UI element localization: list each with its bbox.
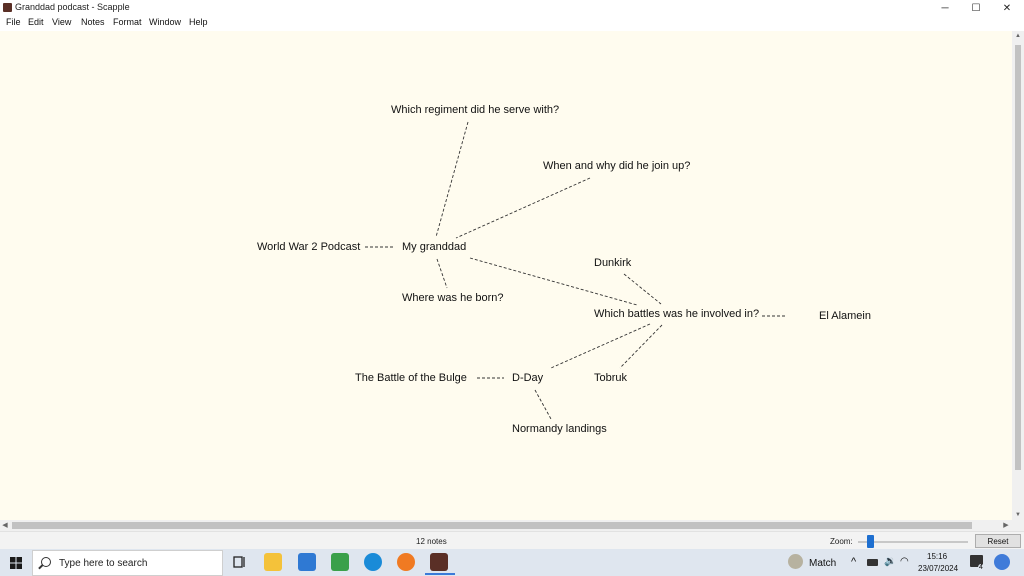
vertical-scroll-thumb[interactable] bbox=[1015, 45, 1021, 470]
menu-notes[interactable]: Notes bbox=[81, 17, 105, 27]
active-app-indicator bbox=[425, 573, 455, 575]
onkus-app-icon[interactable] bbox=[331, 553, 349, 571]
scroll-left-icon[interactable]: ◀ bbox=[0, 520, 10, 531]
link-dday-normandy bbox=[534, 389, 552, 420]
note-tobruk[interactable]: Tobruk bbox=[594, 372, 627, 384]
speaker-icon[interactable]: 🔉 bbox=[884, 556, 896, 567]
link-battles-tobruk bbox=[619, 324, 663, 369]
clock-time[interactable]: 15:16 bbox=[927, 552, 947, 561]
note-join-up[interactable]: When and why did he join up? bbox=[543, 160, 690, 172]
note-d-day[interactable]: D-Day bbox=[512, 372, 543, 384]
weather-icon[interactable] bbox=[788, 554, 803, 569]
menu-file[interactable]: File bbox=[6, 17, 21, 27]
task-view-icon[interactable] bbox=[231, 553, 249, 571]
note-battle-of-the-bulge[interactable]: The Battle of the Bulge bbox=[355, 372, 467, 384]
note-battles[interactable]: Which battles was he involved in? bbox=[594, 308, 759, 320]
link-granddad-regiment bbox=[435, 121, 469, 238]
zoom-slider-track[interactable] bbox=[858, 541, 968, 543]
horizontal-scrollbar[interactable]: ◀ ▶ bbox=[0, 520, 1012, 531]
zoom-label: Zoom: bbox=[830, 537, 853, 546]
scroll-right-icon[interactable]: ▶ bbox=[1001, 520, 1011, 531]
note-normandy-landings[interactable]: Normandy landings bbox=[512, 423, 607, 435]
start-button[interactable] bbox=[0, 549, 32, 576]
search-icon bbox=[41, 557, 51, 567]
link-granddad-born bbox=[436, 258, 448, 289]
note-granddad[interactable]: My granddad bbox=[402, 241, 466, 253]
vertical-scrollbar[interactable]: ▲ ▼ bbox=[1012, 31, 1024, 520]
clock-date[interactable]: 23/07/2024 bbox=[918, 564, 958, 573]
mail-icon[interactable] bbox=[298, 553, 316, 571]
horizontal-scroll-thumb[interactable] bbox=[12, 522, 972, 529]
weather-label[interactable]: Match bbox=[809, 558, 836, 569]
link-granddad-joinup bbox=[455, 177, 591, 239]
chevron-up-icon[interactable]: ^ bbox=[851, 556, 856, 568]
note-count: 12 notes bbox=[416, 537, 447, 546]
window-title: Granddad podcast - Scapple bbox=[15, 2, 130, 12]
windows-taskbar: Type here to search Match ^ 🔉 ◠ 15:16 23… bbox=[0, 549, 1024, 576]
minimize-button[interactable]: ─ bbox=[930, 0, 960, 16]
search-placeholder: Type here to search bbox=[59, 558, 148, 569]
menu-edit[interactable]: Edit bbox=[28, 17, 44, 27]
link-dunkirk-battles bbox=[623, 273, 662, 305]
menu-format[interactable]: Format bbox=[113, 17, 142, 27]
menu-window[interactable]: Window bbox=[149, 17, 181, 27]
link-battles-dday bbox=[550, 323, 651, 369]
reset-zoom-button[interactable]: Reset bbox=[975, 534, 1021, 548]
note-ww2-podcast[interactable]: World War 2 Podcast bbox=[257, 241, 360, 253]
status-bar: 12 notes Zoom: Reset bbox=[0, 531, 1024, 549]
taskbar-search-box[interactable]: Type here to search bbox=[32, 550, 223, 576]
scapple-taskbar-icon[interactable] bbox=[430, 553, 448, 571]
menu-help[interactable]: Help bbox=[189, 17, 208, 27]
menu-view[interactable]: View bbox=[52, 17, 71, 27]
notification-count: 4 bbox=[978, 564, 984, 571]
note-regiment[interactable]: Which regiment did he serve with? bbox=[391, 104, 559, 116]
zoom-slider-thumb[interactable] bbox=[867, 535, 874, 548]
firefox-browser-icon[interactable] bbox=[397, 553, 415, 571]
note-dunkirk[interactable]: Dunkirk bbox=[594, 257, 631, 269]
scroll-up-icon[interactable]: ▲ bbox=[1012, 31, 1024, 41]
copilot-icon[interactable] bbox=[994, 554, 1010, 570]
title-bar: Granddad podcast - Scapple ─ ☐ ✕ bbox=[0, 0, 1024, 16]
scroll-down-icon[interactable]: ▼ bbox=[1012, 510, 1024, 520]
scrollbar-corner bbox=[1012, 520, 1024, 531]
scapple-canvas[interactable]: Which regiment did he serve with? When a… bbox=[0, 31, 1012, 520]
scapple-app-icon bbox=[3, 3, 12, 12]
close-button[interactable]: ✕ bbox=[992, 0, 1022, 16]
maximize-button[interactable]: ☐ bbox=[961, 0, 991, 16]
edge-browser-icon[interactable] bbox=[364, 553, 382, 571]
menu-bar: File Edit View Notes Format Window Help bbox=[0, 16, 1024, 30]
file-explorer-icon[interactable] bbox=[264, 553, 282, 571]
note-el-alamein[interactable]: El Alamein bbox=[819, 310, 871, 322]
note-born[interactable]: Where was he born? bbox=[402, 292, 504, 304]
battery-icon[interactable] bbox=[867, 559, 878, 566]
wifi-icon[interactable]: ◠ bbox=[900, 556, 909, 567]
windows-logo-icon bbox=[10, 556, 22, 569]
